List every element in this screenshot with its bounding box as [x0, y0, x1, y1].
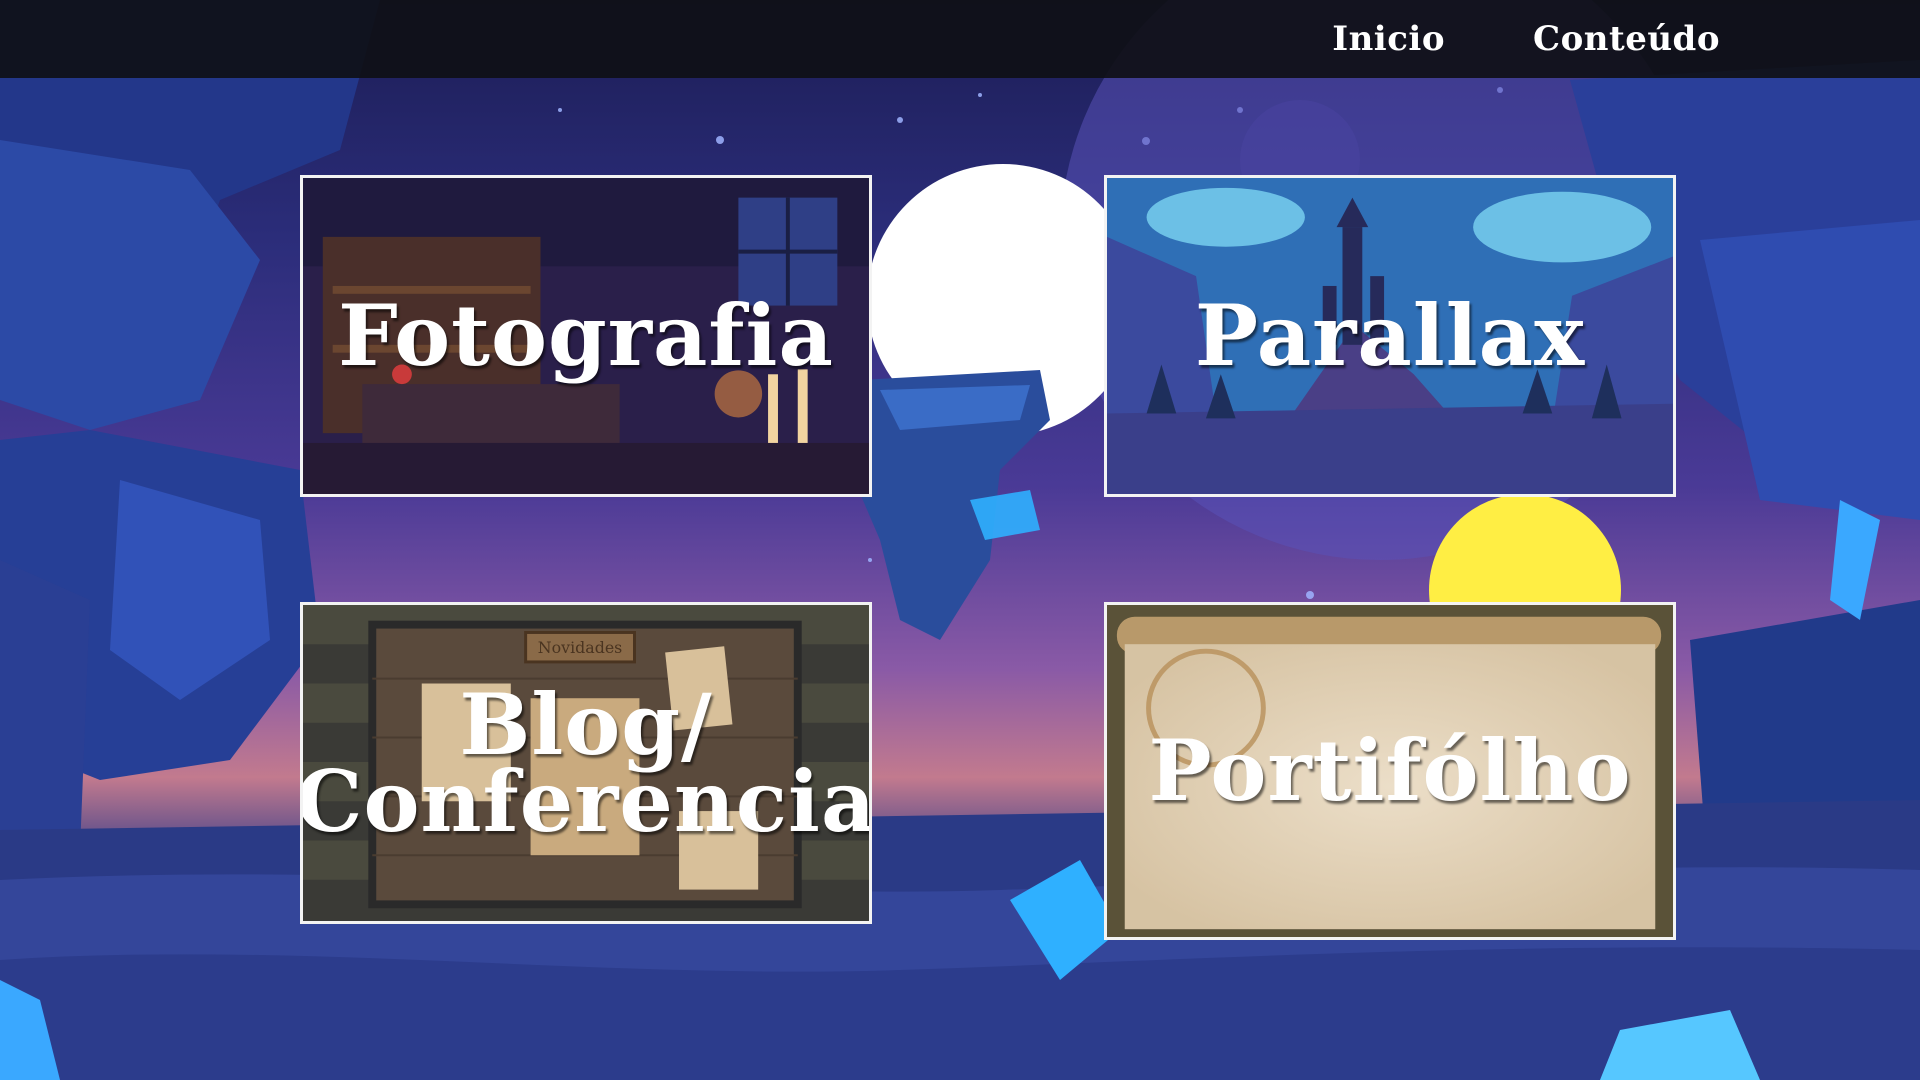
- card-title-parallax: Parallax: [1194, 286, 1586, 386]
- card-title-portifolho: Portifólho: [1148, 721, 1632, 821]
- card-title-fotografia: Fotografia: [338, 286, 834, 386]
- card-parallax[interactable]: Parallax: [1104, 175, 1676, 497]
- page-background: Inicio Conteúdo Fotografia Parallax Novi…: [0, 0, 1920, 1080]
- card-fotografia[interactable]: Fotografia: [300, 175, 872, 497]
- card-blog-conferencia[interactable]: Novidades Blog/ Conferencia: [300, 602, 872, 924]
- card-portifolho[interactable]: Portifólho: [1104, 602, 1676, 940]
- main-nav: Inicio Conteúdo: [1332, 0, 1720, 78]
- card-title-blog-line2: Conferencia: [300, 752, 872, 851]
- top-navigation-bar: Inicio Conteúdo: [0, 0, 1920, 78]
- nav-link-inicio[interactable]: Inicio: [1332, 19, 1445, 59]
- card-title-blog-conferencia: Blog/ Conferencia: [303, 605, 869, 921]
- nav-link-conteudo[interactable]: Conteúdo: [1533, 19, 1720, 59]
